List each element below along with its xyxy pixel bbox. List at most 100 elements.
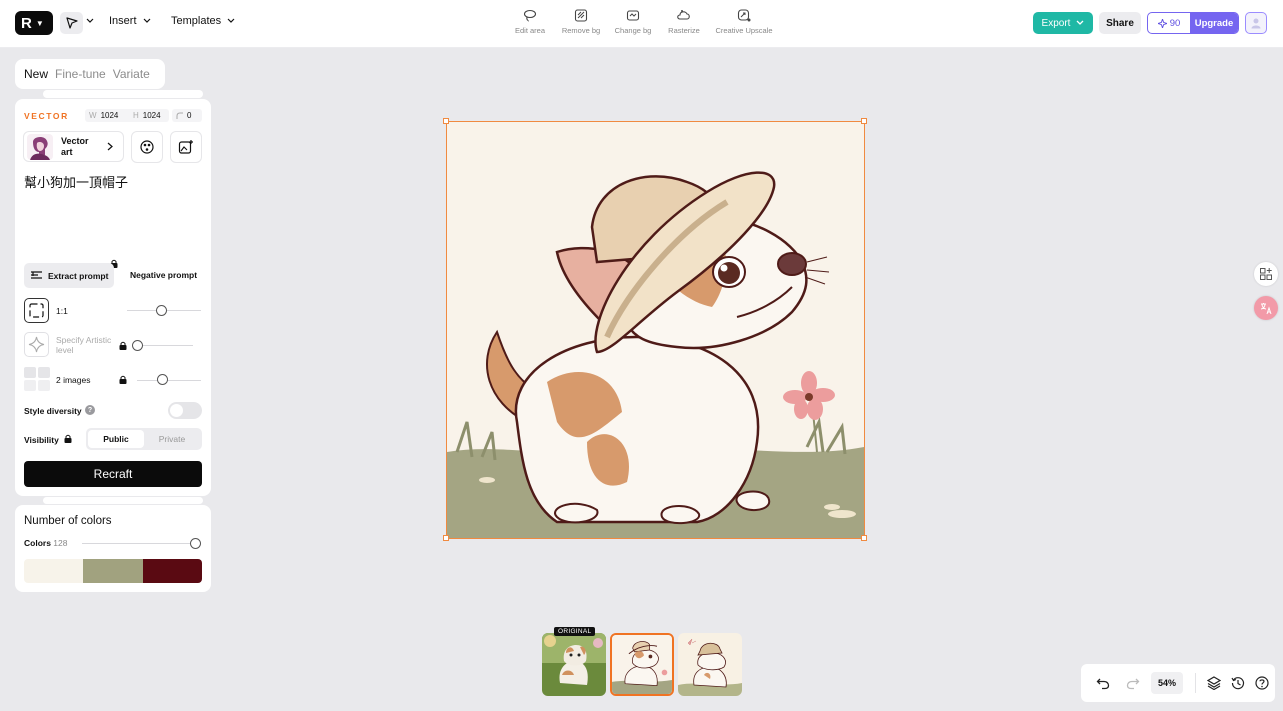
upgrade-button[interactable]: Upgrade (1190, 13, 1238, 33)
templates-menu-button[interactable]: Templates (171, 15, 235, 27)
redo-icon (1126, 678, 1140, 690)
remove-bg-icon (574, 9, 588, 22)
upgrade-label: Upgrade (1194, 17, 1234, 29)
height-field[interactable]: H 1024 (129, 109, 169, 122)
share-button[interactable]: Share (1099, 12, 1141, 34)
rasterize-tool[interactable]: Rasterize (656, 9, 712, 35)
redo-button[interactable] (1121, 676, 1145, 690)
apps-grid-button[interactable] (1254, 262, 1278, 286)
image-type-label: VECTOR (24, 111, 69, 121)
style-name: Vector art (61, 135, 89, 157)
sparkle-icon (1157, 18, 1167, 28)
recraft-button[interactable]: Recraft (24, 461, 202, 487)
user-avatar[interactable] (1245, 12, 1267, 34)
resize-handle-top-left[interactable] (443, 118, 449, 124)
tab-fine-tune[interactable]: Fine-tune (55, 67, 106, 81)
tab-new[interactable]: New (24, 67, 48, 81)
style-diversity-toggle[interactable] (168, 402, 202, 419)
rasterize-icon (677, 10, 690, 20)
change-bg-icon (626, 10, 640, 21)
canvas-image[interactable] (446, 121, 865, 539)
select-tool-button[interactable] (60, 12, 83, 34)
add-image-icon (178, 140, 193, 154)
artistic-level-slider-knob[interactable] (132, 340, 143, 351)
visibility-private-option[interactable]: Private (144, 430, 200, 448)
variant-thumbnail-original[interactable] (542, 633, 606, 696)
creative-upscale-tool[interactable]: Creative Upscale (712, 9, 776, 35)
chevron-down-icon[interactable] (86, 18, 94, 24)
variant-thumbnail-3[interactable] (678, 633, 742, 696)
extract-prompt-button[interactable]: Extract prompt (24, 263, 114, 288)
zoom-level[interactable]: 54% (1151, 672, 1183, 694)
colors-label: Colors (24, 538, 51, 548)
chevron-down-icon (1076, 20, 1084, 25)
images-count-slider-knob[interactable] (157, 374, 168, 385)
chevron-down-icon: ▼ (35, 18, 44, 28)
user-icon (1251, 18, 1261, 29)
style-thumbnail (27, 133, 53, 160)
upscale-icon (737, 9, 751, 22)
chevron-right-icon (107, 142, 113, 151)
change-bg-tool[interactable]: Change bg (610, 9, 656, 35)
resize-handle-bottom-right[interactable] (861, 535, 867, 541)
images-count-icon[interactable] (24, 367, 51, 392)
help-icon[interactable]: ? (85, 405, 95, 415)
translate-button[interactable] (1254, 296, 1278, 320)
export-button[interactable]: Export (1033, 12, 1093, 34)
resize-handle-bottom-left[interactable] (443, 535, 449, 541)
aspect-ratio-slider-knob[interactable] (156, 305, 167, 316)
divider (1195, 673, 1196, 693)
logo-menu-button[interactable]: R ▼ (15, 11, 53, 35)
logo-mark: R (21, 14, 32, 32)
cursor-icon (65, 17, 78, 29)
undo-button[interactable] (1091, 676, 1115, 690)
edit-area-tool[interactable]: Edit area (508, 9, 552, 35)
images-count-slider[interactable] (137, 380, 201, 381)
palette-swatch[interactable] (83, 559, 143, 583)
tool-label: Remove bg (561, 26, 601, 35)
negative-prompt-button[interactable]: Negative prompt (130, 270, 197, 280)
height-value: 1024 (142, 111, 161, 120)
variant-thumbnail-selected[interactable] (610, 633, 674, 696)
artistic-level-slider[interactable] (137, 345, 193, 346)
credits-value: 90 (1169, 17, 1181, 29)
tool-label: Creative Upscale (715, 26, 773, 35)
help-button[interactable] (1250, 676, 1274, 690)
insert-menu-button[interactable]: Insert (109, 15, 151, 27)
credits-upgrade[interactable]: 90 Upgrade (1147, 12, 1239, 34)
colors-slider[interactable] (82, 543, 195, 544)
prompt-input[interactable]: 幫小狗加一頂帽子 (24, 172, 128, 191)
colors-slider-knob[interactable] (190, 538, 201, 549)
palette-icon (140, 140, 154, 154)
height-key: H (133, 111, 139, 120)
remove-bg-tool[interactable]: Remove bg (552, 9, 610, 35)
history-button[interactable] (1226, 676, 1250, 690)
layers-button[interactable] (1202, 676, 1226, 690)
aspect-ratio-label: 1:1 (56, 306, 68, 316)
tool-label: Change bg (614, 26, 652, 35)
artistic-level-icon[interactable] (24, 332, 49, 357)
corner-radius-field[interactable]: 0 (172, 109, 202, 122)
aspect-ratio-icon[interactable] (24, 298, 49, 323)
visibility-public-option[interactable]: Public (88, 430, 144, 448)
corner-radius-icon (176, 112, 183, 119)
tool-label: Edit area (514, 26, 546, 35)
palette-swatch[interactable] (142, 559, 202, 583)
credits-count: 90 (1148, 13, 1190, 33)
colors-value: 128 (53, 538, 68, 548)
templates-label: Templates (171, 15, 222, 27)
original-tag: ORIGINAL (554, 627, 596, 636)
top-bar: R ▼ Insert Templates Edit area Remove bg… (0, 0, 1283, 48)
style-diversity-label: Style diversity (24, 406, 82, 416)
panel-connector (43, 496, 209, 505)
panel-connector (43, 89, 209, 99)
colors-panel: Number of colors Colors 128 (15, 505, 211, 592)
image-reference-button[interactable] (170, 131, 202, 163)
style-selector[interactable]: Vector art (23, 131, 124, 162)
tab-variate[interactable]: Variate (113, 67, 150, 81)
style-mix-button[interactable] (131, 131, 163, 163)
chevron-down-icon (143, 18, 150, 23)
resize-handle-top-right[interactable] (861, 118, 867, 124)
palette-swatch[interactable] (24, 559, 84, 583)
chevron-down-icon (227, 18, 235, 23)
